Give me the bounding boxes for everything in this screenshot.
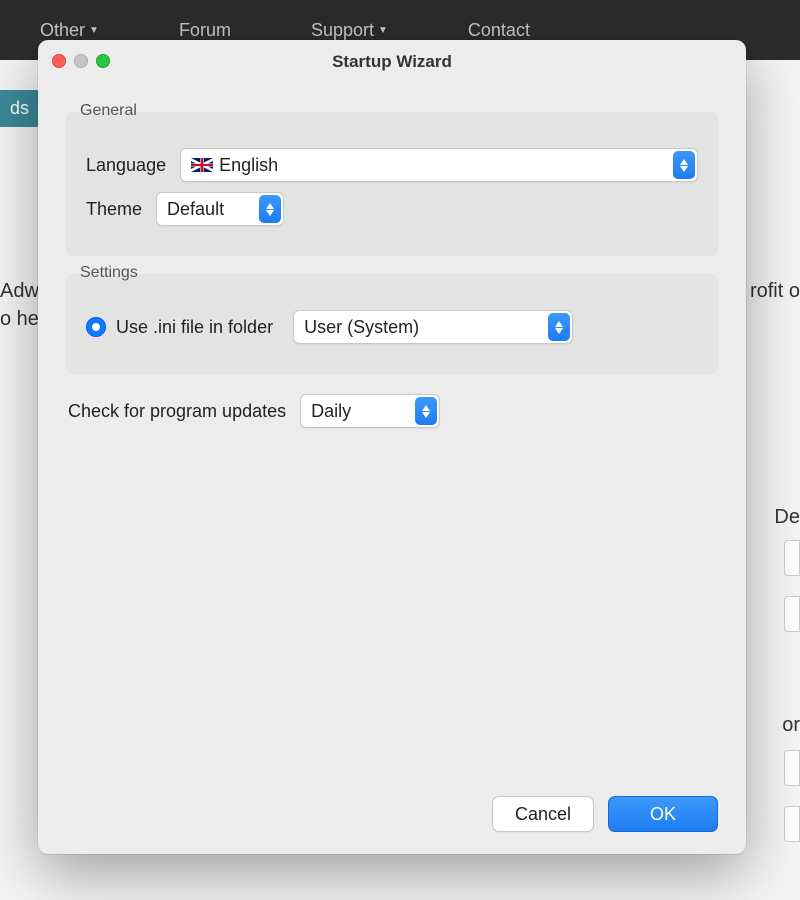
theme-label: Theme <box>86 199 142 220</box>
language-select[interactable]: English <box>180 148 698 182</box>
cancel-button[interactable]: Cancel <box>492 796 594 832</box>
select-stepper-icon <box>673 151 695 179</box>
maximize-window-button[interactable] <box>96 54 110 68</box>
updates-row: Check for program updates Daily <box>66 374 718 428</box>
theme-value: Default <box>167 199 224 220</box>
ini-location-value: User (System) <box>304 317 419 338</box>
updates-value: Daily <box>311 401 351 422</box>
background-input-stub <box>784 596 800 632</box>
select-stepper-icon <box>259 195 281 223</box>
updates-select[interactable]: Daily <box>300 394 440 428</box>
background-input-stub <box>784 750 800 786</box>
startup-wizard-dialog: Startup Wizard General Language English … <box>38 40 746 854</box>
nav-other[interactable]: Other ▼ <box>40 20 99 41</box>
close-window-button[interactable] <box>52 54 66 68</box>
select-stepper-icon <box>548 313 570 341</box>
use-ini-label: Use .ini file in folder <box>116 317 273 338</box>
nav-support[interactable]: Support ▼ <box>311 20 388 41</box>
chevron-down-icon: ▼ <box>89 25 99 36</box>
language-row: Language English <box>86 148 698 182</box>
language-value: English <box>219 155 278 176</box>
background-input-stub <box>784 806 800 842</box>
theme-select[interactable]: Default <box>156 192 284 226</box>
ini-location-select[interactable]: User (System) <box>293 310 573 344</box>
background-text: rofit o <box>750 280 800 303</box>
nav-forum[interactable]: Forum <box>179 20 231 41</box>
language-label: Language <box>86 155 166 176</box>
updates-label: Check for program updates <box>68 401 286 422</box>
settings-group: Settings Use .ini file in folder User (S… <box>66 274 718 374</box>
background-text: or <box>782 714 800 737</box>
settings-legend: Settings <box>76 264 142 282</box>
general-group: General Language English Theme Default <box>66 112 718 256</box>
radio-checked-icon <box>92 323 100 331</box>
dialog-title: Startup Wizard <box>38 52 746 72</box>
nav-contact[interactable]: Contact <box>468 20 530 41</box>
background-tag: ds <box>0 90 39 127</box>
background-input-stub <box>784 540 800 576</box>
dialog-body: General Language English Theme Default <box>38 84 746 796</box>
background-text: De <box>774 506 800 529</box>
window-controls <box>52 54 110 68</box>
titlebar: Startup Wizard <box>38 40 746 84</box>
theme-row: Theme Default <box>86 192 698 226</box>
select-stepper-icon <box>415 397 437 425</box>
uk-flag-icon <box>191 158 213 172</box>
background-text: o he <box>0 308 39 331</box>
minimize-window-button[interactable] <box>74 54 88 68</box>
general-legend: General <box>76 102 141 120</box>
use-ini-radio[interactable] <box>86 317 106 337</box>
ini-row: Use .ini file in folder User (System) <box>86 310 698 344</box>
chevron-down-icon: ▼ <box>378 25 388 36</box>
background-text: Adw <box>0 280 39 303</box>
ok-button[interactable]: OK <box>608 796 718 832</box>
dialog-footer: Cancel OK <box>38 796 746 854</box>
